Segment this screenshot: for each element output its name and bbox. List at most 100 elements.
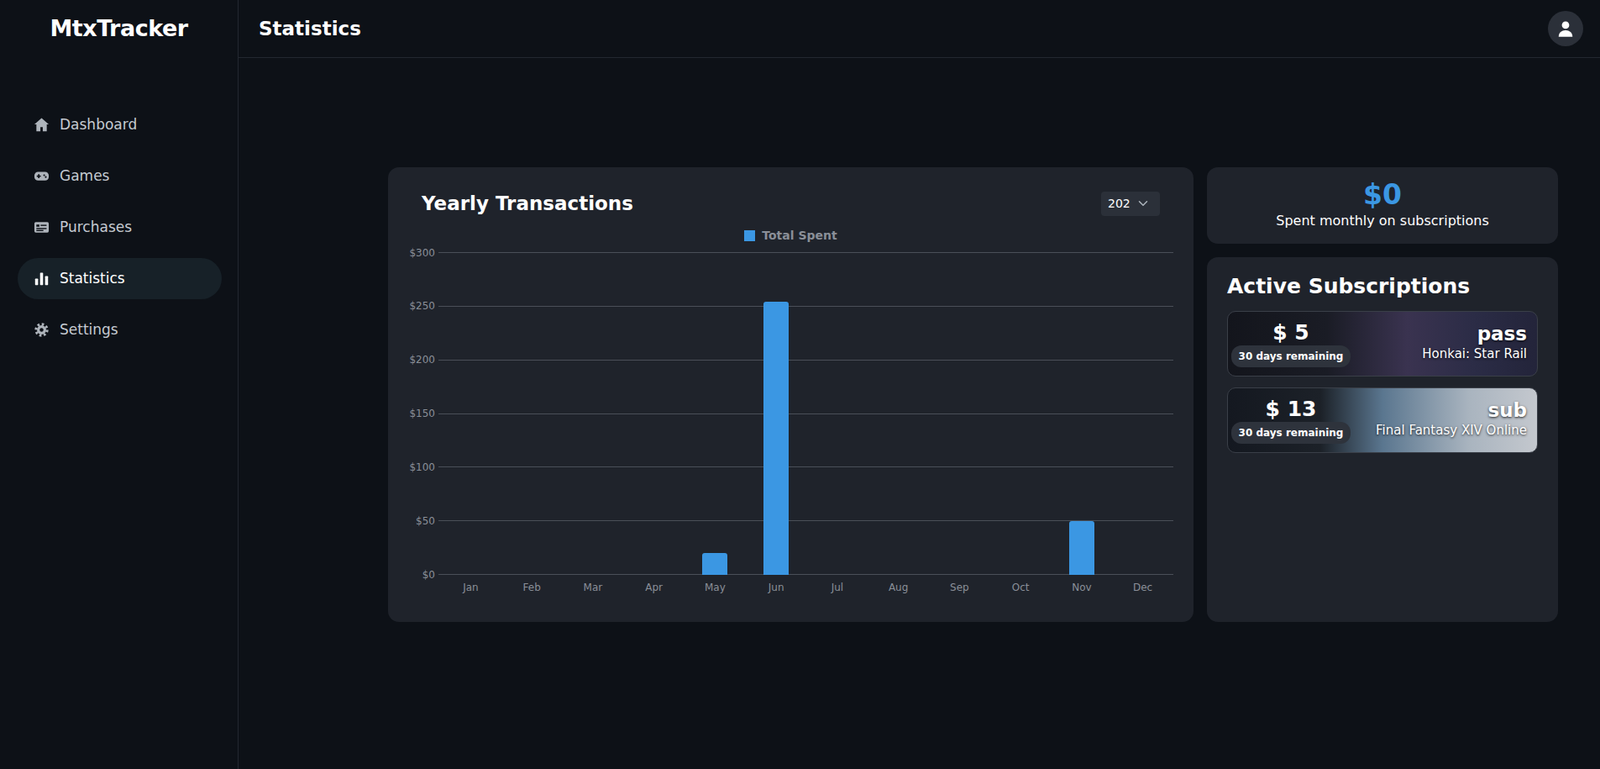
sidebar-label: Dashboard	[59, 114, 137, 137]
y-gridline: $250	[408, 298, 1174, 314]
subscription-price: $ 5	[1272, 320, 1310, 346]
x-tick-label: Oct	[990, 579, 1052, 595]
profile-icon[interactable]	[1547, 10, 1584, 47]
summary-card: $0 Spent monthly on subscriptions	[1206, 167, 1559, 244]
x-tick-label: Aug	[867, 579, 929, 595]
chart-icon	[33, 270, 50, 287]
subscription-plan: sub	[1487, 398, 1527, 421]
x-tick-label: Jan	[440, 579, 502, 595]
x-tick-label: Nov	[1051, 579, 1113, 595]
x-tick-label: Jun	[745, 579, 808, 595]
subscription-price: $ 13	[1265, 396, 1317, 422]
y-tick-label: $300	[408, 245, 439, 261]
bar[interactable]	[1069, 520, 1095, 575]
y-tick-label: $50	[408, 513, 439, 529]
page-title: Statistics	[258, 14, 362, 44]
bar-column	[684, 252, 746, 575]
sidebar-item[interactable]: Statistics	[17, 257, 222, 300]
gridline	[438, 413, 1174, 415]
subscriptions-title: Active Subscriptions	[1227, 270, 1538, 303]
right-column: $0 Spent monthly on subscriptions Active…	[1206, 167, 1559, 622]
gridline	[438, 466, 1174, 467]
bars	[440, 252, 1174, 575]
chart-legend[interactable]: Total Spent	[408, 226, 1174, 245]
sidebar-label: Settings	[59, 319, 119, 341]
bar-column	[745, 252, 808, 575]
chart-title: Yearly Transactions	[408, 188, 634, 219]
plot-area: $300$250$200$150$100$50$0Total Spent	[408, 252, 1174, 575]
content: Yearly Transactions 2025 Total Spent $30…	[238, 57, 1600, 622]
x-tick-label: Jul	[807, 579, 869, 595]
sidebar-label: Games	[59, 165, 110, 188]
gridline	[438, 573, 1174, 575]
bar-column	[501, 252, 563, 575]
bar-column	[1051, 252, 1113, 575]
subscriptions-card: Active Subscriptions $ 530 days remainin…	[1206, 257, 1559, 622]
monthly-amount: $0	[1363, 179, 1402, 210]
person-icon	[1556, 19, 1575, 38]
sidebar-item[interactable]: Dashboard	[17, 104, 222, 146]
y-tick-label: $200	[408, 351, 439, 368]
main: Statistics Yearly Transactions 2025 Tota…	[238, 0, 1600, 769]
sidebar-label: Statistics	[59, 267, 126, 290]
bar-column	[1112, 252, 1174, 575]
subscription-plan: pass	[1477, 322, 1527, 345]
y-tick-label: $0	[408, 566, 439, 583]
y-tick-label: $150	[408, 405, 439, 421]
gear-icon	[33, 321, 50, 338]
legend-label: Total Spent	[761, 226, 837, 245]
gamepad-icon	[33, 167, 50, 184]
year-select[interactable]: 2025	[1101, 191, 1160, 216]
x-tick-label: Feb	[501, 579, 563, 595]
x-tick-label: May	[684, 579, 746, 595]
bar[interactable]	[763, 301, 789, 574]
subscription-card[interactable]: $ 1330 days remaining subFinal Fantasy XI…	[1227, 387, 1538, 453]
y-gridline: $200	[408, 351, 1174, 368]
bar-column	[928, 252, 991, 575]
y-gridline: $50	[408, 513, 1174, 529]
logo[interactable]: MtxTracker	[0, 0, 238, 58]
bar-column	[867, 252, 929, 575]
sidebar-nav: Dashboard Games Purchases Statistics Setting…	[0, 57, 238, 351]
home-icon	[33, 116, 50, 133]
subscription-game: Final Fantasy XIV Online	[1375, 420, 1527, 441]
gridline	[438, 305, 1174, 307]
y-gridline: $100	[408, 459, 1174, 475]
monthly-label: Spent monthly on subscriptions	[1275, 210, 1490, 231]
chart-card: Yearly Transactions 2025 Total Spent $30…	[388, 167, 1194, 622]
bar-column	[807, 252, 869, 575]
subscription-info: passHonkai: Star Rail	[1418, 317, 1538, 369]
subscription-price-block: $ 530 days remaining	[1227, 314, 1354, 373]
subscription-game: Honkai: Star Rail	[1421, 344, 1527, 364]
sidebar-item[interactable]: Games	[17, 155, 222, 197]
y-gridline: $300	[408, 245, 1174, 261]
bar-column	[990, 252, 1052, 575]
gridline	[438, 519, 1174, 521]
bar-column	[562, 252, 625, 575]
sidebar-item[interactable]: Purchases	[17, 206, 222, 248]
x-tick-label: Mar	[562, 579, 625, 595]
sidebar-label: Purchases	[59, 216, 132, 239]
top-bar: Statistics	[238, 0, 1600, 58]
bar-column	[440, 252, 502, 575]
x-tick-label: Dec	[1112, 579, 1174, 595]
y-tick-label: $250	[408, 298, 439, 314]
x-tick-label: Apr	[623, 579, 685, 595]
sidebar: MtxTracker Dashboard Games Purchases Statis…	[0, 0, 239, 769]
sidebar-item[interactable]: Settings	[17, 309, 222, 351]
gridline	[438, 251, 1174, 253]
days-remaining-badge: 30 days remaining	[1231, 421, 1352, 444]
legend-swatch	[744, 230, 756, 242]
y-gridline: $0	[408, 566, 1174, 583]
x-tick-label: Sep	[928, 579, 991, 595]
bar-column	[623, 252, 685, 575]
y-gridline: $150	[408, 405, 1174, 421]
bar[interactable]	[702, 552, 728, 575]
subscription-card[interactable]: $ 530 days remaining passHonkai: Star Rai…	[1227, 310, 1538, 377]
x-axis: JanFebMarAprMayJunJulAugSepOctNovDec	[440, 579, 1174, 595]
gridline	[438, 359, 1174, 361]
y-tick-label: $100	[408, 459, 439, 475]
series-name: Total Spent	[407, 251, 409, 253]
days-remaining-badge: 30 days remaining	[1231, 345, 1352, 368]
subscription-info: subFinal Fantasy XIV Online	[1372, 393, 1538, 446]
